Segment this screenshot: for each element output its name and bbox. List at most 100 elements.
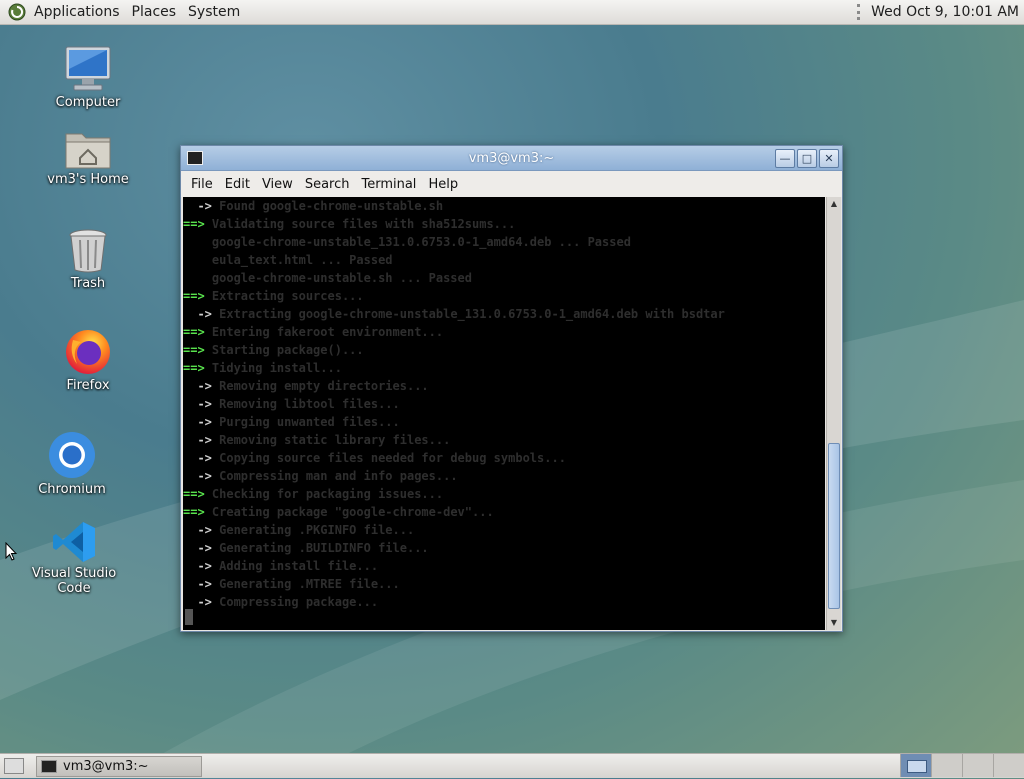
clock[interactable]: Wed Oct 9, 10:01 AM [871, 4, 1019, 20]
line-prefix: -> [183, 559, 212, 573]
terminal-line: eula_text.html ... Passed [183, 251, 825, 269]
firefox-icon [66, 330, 110, 374]
line-text: Adding install file... [211, 559, 379, 573]
line-text: Purging unwanted files... [211, 415, 400, 429]
taskbar-item-label: vm3@vm3:~ [63, 758, 149, 774]
workspace-1[interactable] [900, 753, 931, 777]
menu-view[interactable]: View [256, 177, 299, 192]
desktop-icon-firefox[interactable]: Firefox [28, 326, 148, 393]
line-prefix: -> [183, 541, 212, 555]
workspace-4[interactable] [993, 753, 1024, 777]
terminal-scrollbar[interactable]: ▲ ▼ [826, 197, 841, 630]
desktop-icon-label: vm3's Home [47, 172, 129, 187]
line-prefix: -> [183, 379, 212, 393]
workspace-3[interactable] [962, 753, 993, 777]
line-text: Generating .MTREE file... [211, 577, 400, 591]
workspace-switcher [900, 753, 1024, 779]
terminal-output[interactable]: -> Found google-chrome-unstable.sh ==> Va… [183, 197, 825, 630]
terminal-line: -> Generating .PKGINFO file... [183, 521, 825, 539]
terminal-line: google-chrome-unstable.sh ... Passed [183, 269, 825, 287]
window-titlebar[interactable]: vm3@vm3:~ — □ ✕ [181, 146, 842, 171]
line-text: Starting package()... [204, 343, 364, 357]
line-text: Removing libtool files... [211, 397, 400, 411]
line-prefix: ==> [183, 325, 205, 339]
scroll-up-icon[interactable]: ▲ [827, 197, 841, 211]
window-title: vm3@vm3:~ [468, 150, 555, 166]
desktop-icon-label: Trash [70, 276, 106, 291]
terminal-line: ==> Entering fakeroot environment... [183, 323, 825, 341]
terminal-line: -> Found google-chrome-unstable.sh [183, 197, 825, 215]
distro-logo-icon[interactable] [8, 3, 26, 21]
terminal-icon[interactable] [187, 151, 203, 165]
minimize-button[interactable]: — [775, 148, 795, 168]
line-text: Checking for packaging issues... [204, 487, 444, 501]
terminal-line: -> Generating .BUILDINFO file... [183, 539, 825, 557]
taskbar-item-terminal[interactable]: vm3@vm3:~ [36, 755, 202, 777]
show-desktop-button[interactable] [4, 758, 24, 774]
desktop-icon-label: Firefox [66, 378, 110, 393]
menu-help[interactable]: Help [422, 177, 464, 192]
close-button[interactable]: ✕ [819, 148, 839, 168]
terminal-line: ==> Starting package()... [183, 341, 825, 359]
applications-menu[interactable]: Applications [28, 0, 126, 25]
line-prefix: -> [183, 307, 212, 321]
maximize-button[interactable]: □ [797, 148, 817, 168]
system-menu[interactable]: System [182, 0, 246, 25]
bottom-panel: vm3@vm3:~ [0, 753, 1024, 778]
line-prefix: ==> [183, 217, 205, 231]
terminal-window[interactable]: vm3@vm3:~ — □ ✕ File Edit View Search Te… [180, 145, 843, 632]
menu-terminal[interactable]: Terminal [355, 177, 422, 192]
line-prefix: ==> [183, 487, 205, 501]
line-prefix: -> [183, 469, 212, 483]
mouse-pointer-icon [5, 542, 17, 561]
terminal-cursor [185, 609, 193, 625]
terminal-line: -> Purging unwanted files... [183, 413, 825, 431]
line-text: google-chrome-unstable.sh ... Passed [183, 271, 472, 285]
line-text: Copying source files needed for debug sy… [211, 451, 566, 465]
terminal-line: ==> Validating source files with sha512s… [183, 215, 825, 233]
scroll-down-icon[interactable]: ▼ [827, 616, 841, 630]
desktop-icon-home[interactable]: vm3's Home [28, 128, 148, 187]
desktop-icon-vscode[interactable]: Visual Studio Code [14, 520, 134, 596]
top-panel: Applications Places System Wed Oct 9, 10… [0, 0, 1024, 25]
line-text: Entering fakeroot environment... [204, 325, 444, 339]
terminal-line: -> Generating .MTREE file... [183, 575, 825, 593]
line-prefix: -> [183, 451, 212, 465]
line-text: Generating .PKGINFO file... [211, 523, 415, 537]
terminal-line: -> Removing libtool files... [183, 395, 825, 413]
menu-edit[interactable]: Edit [219, 177, 256, 192]
line-text: eula_text.html ... Passed [183, 253, 393, 267]
line-text: Removing static library files... [211, 433, 451, 447]
line-prefix: ==> [183, 289, 205, 303]
line-text: Extracting sources... [204, 289, 364, 303]
terminal-line: ==> Tidying install... [183, 359, 825, 377]
trash-icon [69, 229, 107, 273]
line-text: Compressing package... [211, 595, 379, 609]
desktop-icon-label: Computer [55, 95, 121, 110]
line-prefix: -> [183, 577, 212, 591]
line-prefix: -> [183, 397, 212, 411]
desktop-icon-trash[interactable]: Trash [28, 228, 148, 291]
home-folder-icon [65, 133, 111, 169]
desktop-icon-computer[interactable]: Computer [28, 45, 148, 110]
panel-grip-icon [857, 4, 863, 20]
line-text: Tidying install... [204, 361, 342, 375]
line-prefix: -> [183, 199, 212, 213]
terminal-icon [41, 759, 57, 773]
window-controls: — □ ✕ [773, 148, 839, 168]
places-menu[interactable]: Places [126, 0, 183, 25]
menu-file[interactable]: File [185, 177, 219, 192]
desktop-icon-chromium[interactable]: Chromium [12, 430, 132, 497]
workspace-2[interactable] [931, 753, 962, 777]
terminal-line: ==> Creating package "google-chrome-dev"… [183, 503, 825, 521]
menu-search[interactable]: Search [299, 177, 356, 192]
terminal-line: -> Copying source files needed for debug… [183, 449, 825, 467]
line-prefix: ==> [183, 505, 205, 519]
terminal-line: ==> Extracting sources... [183, 287, 825, 305]
line-prefix: ==> [183, 361, 205, 375]
scroll-thumb[interactable] [828, 443, 840, 609]
vscode-icon [53, 522, 95, 562]
desktop-icon-label: Chromium [38, 482, 106, 497]
terminal-line: google-chrome-unstable_131.0.6753.0-1_am… [183, 233, 825, 251]
terminal-line: -> Compressing package... [183, 593, 825, 611]
